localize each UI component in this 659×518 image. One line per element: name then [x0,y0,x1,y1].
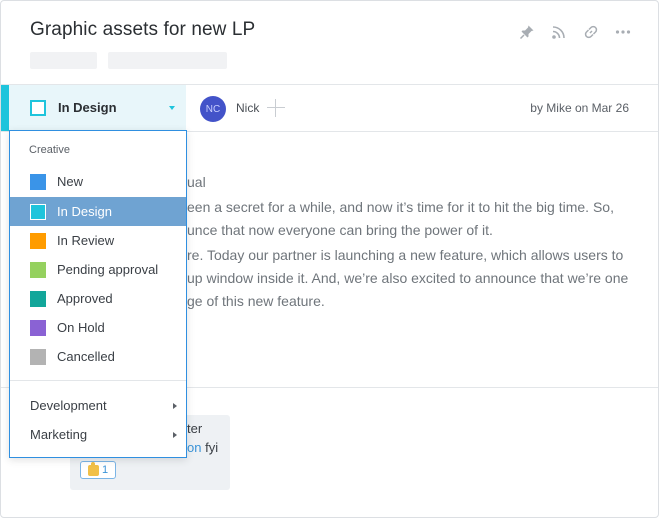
description-line: re. Today our partner is launching a new… [187,247,624,263]
mention-link[interactable]: on [187,440,201,455]
task-description: ual een a secret for a while, and now it… [187,171,628,313]
status-swatch [30,348,46,365]
status-dropdown: Creative New In Design In Review Pending… [9,130,187,458]
status-swatch [30,290,46,307]
submenu-marketing[interactable]: Marketing [10,420,186,449]
status-option-in-design[interactable]: In Design [10,197,186,226]
description-line: een a secret for a while, and now it’s t… [187,199,614,215]
description-line: up window inside it. And, we’re also exc… [187,270,629,286]
status-swatch [30,232,46,249]
submenu-label: Development [30,398,107,413]
status-checkbox[interactable] [30,100,46,116]
pin-icon[interactable] [518,23,536,41]
assignee-name[interactable]: Nick [236,101,259,115]
reaction-count: 1 [101,464,109,476]
task-title: Graphic assets for new LP [30,19,256,40]
status-option-label: Cancelled [57,349,115,364]
placeholder-bar [30,52,97,69]
status-option-approved[interactable]: Approved [10,284,186,313]
placeholder-bar [108,52,227,69]
task-byline: by Mike on Mar 26 [530,101,629,115]
status-swatch [30,319,46,336]
status-option-new[interactable]: New [10,167,186,196]
status-option-label: Approved [57,291,113,306]
status-color-strip [1,85,9,131]
chevron-right-icon [173,432,177,438]
status-option-label: New [57,174,84,189]
status-option-pending-approval[interactable]: Pending approval [10,255,186,284]
status-option-in-review[interactable]: In Review [10,226,186,255]
link-icon[interactable] [582,23,600,41]
chevron-right-icon [173,403,177,409]
status-option-label: In Design [57,204,112,219]
comment-text: ter [187,421,203,436]
comment-text: on fyi [187,440,218,455]
status-option-label: On Hold [57,320,105,335]
description-line: ge of this new feature. [187,293,325,309]
dropdown-divider [10,380,186,381]
status-option-on-hold[interactable]: On Hold [10,313,186,342]
reaction-button[interactable]: 1 [80,461,116,479]
avatar[interactable]: NC [200,96,226,122]
status-option-cancelled[interactable]: Cancelled [10,342,186,371]
status-swatch [30,261,46,278]
status-option-label: Pending approval [57,262,159,277]
submenu-label: Marketing [30,427,88,442]
submenu-development[interactable]: Development [10,391,186,420]
add-assignee-icon[interactable] [267,99,285,117]
dropdown-group-label: Creative [29,144,70,156]
chevron-down-icon[interactable] [169,106,175,110]
comment-text-rest: fyi [201,440,219,455]
header-actions [518,23,632,41]
status-swatch [30,203,46,220]
more-icon[interactable] [614,23,632,41]
description-line: ual [187,174,206,190]
task-panel: Graphic assets for new LP In Design NC N… [0,0,659,518]
status-label[interactable]: In Design [58,100,117,115]
rss-icon[interactable] [550,23,568,41]
thumbs-up-icon [87,461,99,476]
description-line: unce that now everyone can bring the pow… [187,222,493,238]
status-option-label: In Review [57,233,115,248]
status-swatch [30,173,46,190]
